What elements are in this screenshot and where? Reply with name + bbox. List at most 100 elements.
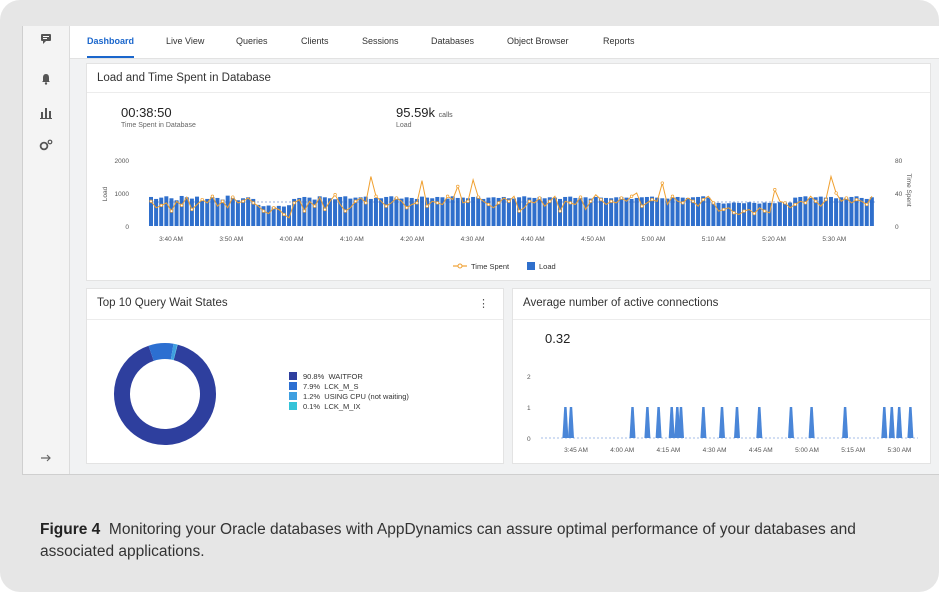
load-bar bbox=[757, 203, 762, 226]
load-bar bbox=[818, 196, 823, 226]
time-spent-point bbox=[220, 199, 225, 203]
time-spent-point bbox=[742, 209, 746, 213]
time-spent-point bbox=[681, 201, 685, 205]
tab-reports[interactable]: Reports bbox=[603, 26, 635, 56]
load-bar bbox=[200, 200, 205, 226]
chat-icon[interactable] bbox=[37, 32, 55, 50]
tab-dashboard[interactable]: Dashboard bbox=[87, 26, 135, 58]
legend-swatch bbox=[289, 382, 297, 390]
tab-clients[interactable]: Clients bbox=[301, 26, 329, 56]
load-bar bbox=[348, 198, 353, 226]
x-tick-label: 4:10 AM bbox=[340, 236, 364, 243]
x-tick-label: 4:50 AM bbox=[581, 236, 605, 243]
expand-arrow-icon[interactable] bbox=[37, 450, 55, 468]
bar-chart-icon[interactable] bbox=[37, 106, 55, 124]
load-bar bbox=[287, 205, 292, 226]
load-bar bbox=[644, 196, 649, 226]
load-bar bbox=[471, 196, 476, 226]
tab-live-view[interactable]: Live View bbox=[166, 26, 204, 56]
connection-peak bbox=[568, 407, 574, 438]
wait-card-title: Top 10 Query Wait States bbox=[97, 297, 228, 309]
legend-pct: 1.2% bbox=[303, 392, 321, 401]
donut-slice bbox=[148, 343, 174, 362]
time-spent-point bbox=[353, 199, 358, 203]
time-spent-point bbox=[752, 211, 756, 216]
load-bar bbox=[762, 202, 767, 226]
load-bar bbox=[210, 196, 215, 226]
donut-slice bbox=[170, 343, 178, 361]
load-unit: calls bbox=[438, 112, 453, 119]
tab-queries[interactable]: Queries bbox=[236, 26, 268, 56]
time-spent-point bbox=[670, 194, 675, 198]
time-spent-point bbox=[169, 209, 174, 213]
bell-icon[interactable] bbox=[37, 72, 55, 90]
card-divider bbox=[87, 319, 503, 320]
time-spent-point bbox=[394, 196, 399, 200]
time-spent-point bbox=[333, 193, 337, 197]
connection-peak bbox=[700, 407, 707, 438]
load-bar bbox=[828, 196, 833, 226]
y-left-label: Load bbox=[102, 186, 109, 201]
y-right-tick: 40 bbox=[895, 191, 903, 198]
time-spent-point bbox=[783, 201, 787, 205]
more-options-icon[interactable]: ⋮ bbox=[478, 297, 489, 310]
time-spent-point bbox=[762, 209, 767, 213]
time-spent-point bbox=[691, 199, 695, 203]
time-spent-point bbox=[824, 197, 828, 202]
load-bar bbox=[716, 202, 721, 226]
connection-peak bbox=[678, 407, 684, 438]
x-tick-label: 4:00 AM bbox=[610, 447, 634, 454]
legend-pct: 0.1% bbox=[303, 402, 321, 411]
legend-pct: 7.9% bbox=[303, 382, 321, 391]
time-spent-point bbox=[364, 201, 368, 205]
time-spent-point bbox=[343, 209, 347, 213]
load-bar bbox=[491, 197, 496, 226]
load-bar bbox=[501, 196, 506, 226]
legend-swatch bbox=[289, 392, 297, 400]
time-spent-point bbox=[282, 212, 286, 217]
x-tick-label: 4:30 AM bbox=[703, 447, 727, 454]
time-spent-label: Time Spent in Database bbox=[121, 122, 196, 129]
tab-sessions[interactable]: Sessions bbox=[362, 26, 399, 56]
card-divider bbox=[87, 92, 930, 93]
time-spent-point bbox=[834, 191, 838, 195]
time-spent-point bbox=[527, 199, 532, 203]
load-bar bbox=[568, 196, 573, 226]
tab-databases[interactable]: Databases bbox=[431, 26, 474, 56]
caption-label: Figure 4 bbox=[40, 521, 101, 538]
y-left-tick: 0 bbox=[125, 224, 129, 231]
load-time-chart: 2000 1000 0 80 40 0 Load Time Spent 3:40… bbox=[102, 158, 912, 271]
time-spent-value: 00:38:50 bbox=[121, 105, 172, 120]
load-bar bbox=[583, 197, 588, 226]
time-spent-point bbox=[190, 207, 194, 212]
y-right-tick: 0 bbox=[895, 224, 899, 231]
load-bar bbox=[747, 202, 752, 226]
load-bar bbox=[619, 196, 624, 226]
y-tick: 1 bbox=[527, 405, 531, 412]
time-spent-point bbox=[650, 197, 654, 202]
time-spent-point bbox=[517, 209, 521, 213]
legend-item: 7.9% LCK_M_S bbox=[289, 382, 409, 392]
connection-peak bbox=[629, 407, 636, 438]
y-left-tick: 1000 bbox=[115, 191, 130, 198]
time-spent-point bbox=[384, 204, 388, 208]
time-spent-point bbox=[405, 206, 409, 210]
time-spent-point bbox=[323, 207, 327, 212]
time-spent-point bbox=[814, 199, 818, 203]
time-spent-point bbox=[507, 199, 511, 203]
time-spent-point bbox=[609, 199, 613, 203]
connection-peak bbox=[644, 407, 651, 438]
time-spent-point bbox=[660, 181, 664, 185]
time-spent-point bbox=[640, 204, 644, 208]
x-tick-label: 4:45 AM bbox=[749, 447, 773, 454]
tab-object-browser[interactable]: Object Browser bbox=[507, 26, 569, 56]
time-spent-point bbox=[251, 201, 255, 205]
load-bar bbox=[389, 196, 394, 226]
load-bar bbox=[742, 203, 747, 226]
active-connections-chart: 2 1 0 3:45 AM 4:00 AM 4:15 AM 4:30 AM 4:45 A… bbox=[527, 374, 918, 454]
load-bar bbox=[368, 198, 373, 226]
connection-peak bbox=[808, 407, 815, 438]
load-bar bbox=[660, 198, 665, 226]
gears-icon[interactable] bbox=[37, 138, 55, 156]
time-spent-point bbox=[497, 201, 501, 205]
